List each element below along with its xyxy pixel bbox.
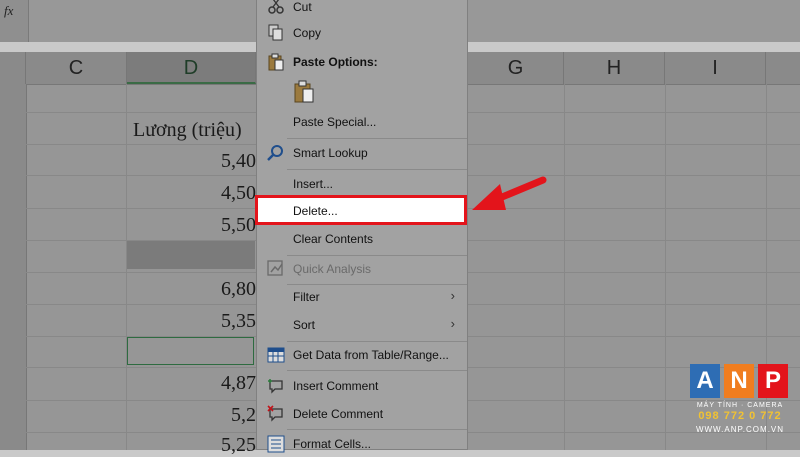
menu-label: Paste Special... (293, 115, 377, 129)
search-icon (267, 145, 283, 161)
menu-separator (287, 284, 467, 285)
menu-label: Get Data from Table/Range... (293, 348, 449, 362)
menu-item-delete-comment[interactable]: Delete Comment (257, 405, 467, 425)
quick-analysis-icon (267, 260, 283, 276)
row-header-column (0, 84, 27, 450)
menu-label: Filter (293, 290, 320, 304)
menu-separator (287, 255, 467, 256)
salary-cell[interactable]: 5,35 (160, 310, 256, 333)
menu-label: Copy (293, 26, 322, 40)
menu-item-sort[interactable]: Sort › (257, 316, 467, 336)
comment-delete-icon (267, 405, 283, 422)
menu-item-insert[interactable]: Insert... (257, 177, 467, 195)
column-header-h[interactable]: H (564, 52, 665, 84)
menu-label: Insert... (293, 177, 334, 191)
paste-icon[interactable] (293, 80, 317, 104)
table-icon (267, 347, 285, 363)
column-header-i[interactable]: I (665, 52, 766, 84)
salary-cell[interactable]: 6,80 (160, 278, 256, 301)
menu-separator (287, 341, 467, 342)
menu-label: Delete... (293, 204, 338, 218)
menu-item-clear-contents[interactable]: Clear Contents (257, 232, 467, 250)
menu-item-format-cells[interactable]: Format Cells... (257, 435, 467, 453)
logo-tagline: MÁY TÍNH · CAMERA (696, 402, 784, 409)
copy-icon (268, 24, 283, 41)
menu-label: Smart Lookup (293, 146, 368, 160)
menu-separator (287, 169, 467, 170)
context-menu: Cut Copy Paste Options: Paste Special...… (256, 0, 468, 453)
menu-label: Clear Contents (293, 232, 374, 246)
menu-item-insert-comment[interactable]: Insert Comment (257, 379, 467, 397)
salary-cell[interactable]: 4,50 (160, 182, 256, 205)
menu-label: Sort (293, 318, 316, 332)
menu-item-delete[interactable]: Delete... (255, 195, 467, 225)
menu-item-cut[interactable]: Cut (257, 0, 467, 16)
menu-item-filter[interactable]: Filter › (257, 288, 467, 308)
menu-item-get-data[interactable]: Get Data from Table/Range... (257, 347, 467, 366)
active-cell[interactable] (127, 337, 254, 365)
chevron-right-icon: › (450, 316, 455, 331)
clipboard-icon (268, 53, 284, 71)
format-cells-icon (267, 435, 285, 453)
menu-item-quick-analysis[interactable]: Quick Analysis (257, 260, 467, 280)
menu-item-paste-options: Paste Options: (257, 53, 467, 73)
logo-letter-n: N (724, 364, 754, 398)
menu-item-paste-special[interactable]: Paste Special... (257, 115, 467, 133)
chevron-right-icon: › (450, 288, 455, 303)
corner-cell[interactable] (0, 52, 26, 84)
menu-label: Cut (293, 0, 312, 14)
salary-cell[interactable]: 4,87 (160, 372, 256, 395)
salary-cell[interactable]: 5,40 (160, 150, 256, 173)
scissors-icon (268, 0, 284, 14)
menu-item-copy[interactable]: Copy (257, 24, 467, 44)
salary-cell[interactable]: 5,25 (160, 434, 256, 457)
salary-cell[interactable]: 5,2 (160, 404, 256, 427)
menu-separator (287, 429, 467, 430)
menu-label: Quick Analysis (293, 262, 372, 276)
fx-icon[interactable]: fx (4, 3, 13, 19)
selected-row-cell[interactable] (127, 241, 255, 269)
menu-label: Insert Comment (293, 379, 379, 393)
menu-separator (287, 370, 467, 371)
logo-website: WWW.ANP.COM.VN (695, 425, 785, 434)
logo-letter-p: P (758, 364, 788, 398)
menu-label: Format Cells... (293, 437, 372, 451)
red-arrow-annotation (472, 176, 547, 210)
column-header-c[interactable]: C (26, 52, 127, 84)
menu-label: Delete Comment (293, 407, 384, 421)
menu-label: Paste Options: (293, 55, 378, 69)
menu-item-smart-lookup[interactable]: Smart Lookup (257, 145, 467, 164)
logo-letters: A N P (690, 364, 790, 398)
logo-phone: 098 772 0 772 (698, 410, 782, 422)
comment-add-icon (268, 379, 283, 394)
logo-letter-a: A (690, 364, 720, 398)
column-header-d[interactable]: D (127, 52, 256, 84)
menu-separator (287, 138, 467, 139)
salary-cell[interactable]: 5,50 (160, 214, 256, 237)
column-header-g[interactable]: G (468, 52, 564, 84)
salary-header-cell[interactable]: Lương (triệu) (133, 119, 242, 142)
